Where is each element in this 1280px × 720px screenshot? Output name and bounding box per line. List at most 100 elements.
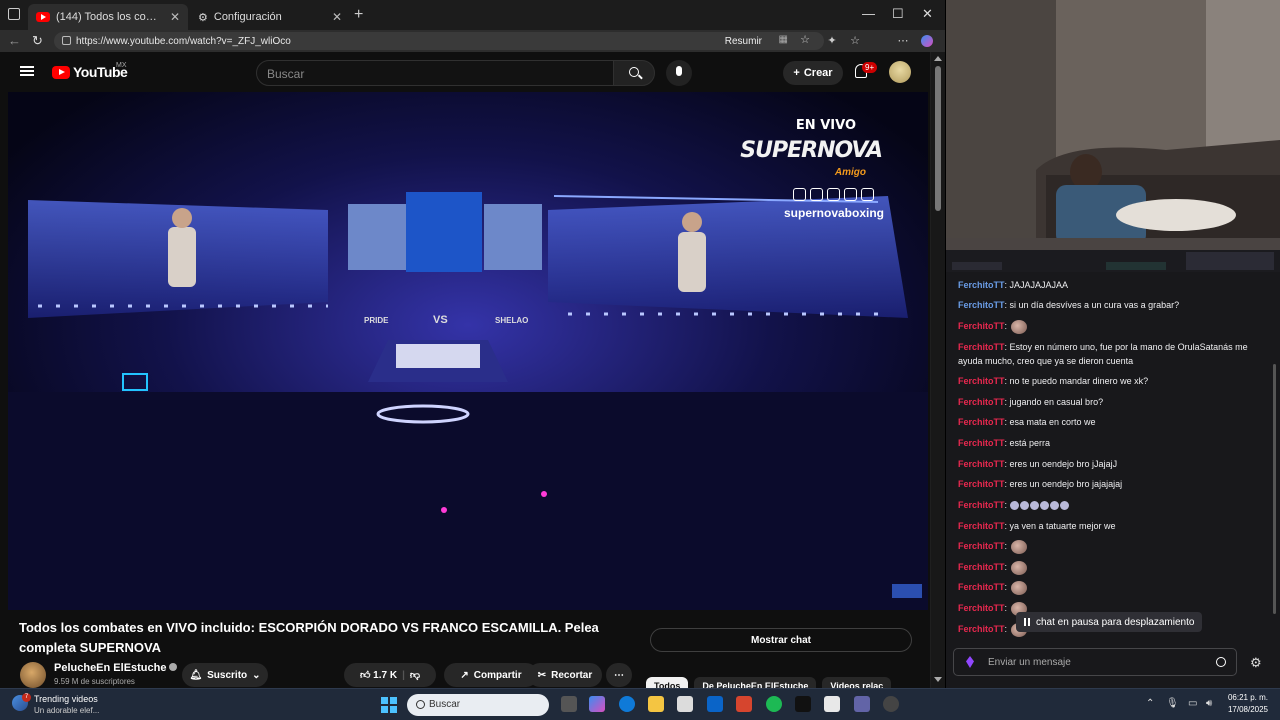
- taskbar-clock[interactable]: 06:21 p. m. 17/08/2025: [1228, 692, 1268, 716]
- minimize-button[interactable]: —: [862, 6, 875, 21]
- reload-button[interactable]: ↻: [32, 33, 43, 49]
- chat-username[interactable]: FerchitoTT: [958, 342, 1005, 352]
- channel-name[interactable]: PelucheEn ElEstuche: [54, 662, 178, 674]
- chat-username[interactable]: FerchitoTT: [958, 280, 1005, 290]
- extension-icon[interactable]: ✦: [826, 35, 838, 47]
- chat-username[interactable]: FerchitoTT: [958, 500, 1005, 510]
- chat-text: : JAJAJAJAJAA: [1004, 280, 1069, 290]
- chat-message: FerchitoTT: esa mata en corto we: [958, 415, 1258, 429]
- chat-settings-gear-icon[interactable]: ⚙: [1250, 655, 1262, 671]
- like-button[interactable]: 👍︎ 1.7 K: [360, 669, 397, 681]
- overlay-brand: SUPERNOVA: [740, 138, 883, 163]
- edge-app-icon[interactable]: [619, 696, 635, 712]
- search-input[interactable]: Buscar: [256, 60, 614, 86]
- scissors-icon: ✂: [537, 669, 547, 681]
- close-window-button[interactable]: ✕: [922, 6, 933, 22]
- copilot-app-icon[interactable]: [589, 696, 605, 712]
- share-icon: ↗: [460, 669, 469, 681]
- favorites-icon[interactable]: ☆: [849, 35, 861, 47]
- summarize-button[interactable]: Resumir: [725, 36, 762, 47]
- bits-icon[interactable]: [966, 656, 974, 668]
- chat-username[interactable]: FerchitoTT: [958, 459, 1005, 469]
- chat-username[interactable]: FerchitoTT: [958, 479, 1005, 489]
- file-explorer-icon[interactable]: [648, 696, 664, 712]
- tray-overflow-icon[interactable]: ⌃: [1146, 698, 1154, 709]
- close-tab-icon[interactable]: ✕: [332, 10, 342, 24]
- chat-message-input[interactable]: Enviar un mensaje: [953, 648, 1237, 676]
- share-label: Compartir: [473, 669, 522, 681]
- twitch-chat[interactable]: FerchitoTT: JAJAJAJAJAA FerchitoTT: si un…: [946, 272, 1280, 644]
- chat-username[interactable]: FerchitoTT: [958, 397, 1005, 407]
- chat-username[interactable]: FerchitoTT: [958, 417, 1005, 427]
- menu-icon[interactable]: [20, 66, 34, 76]
- create-button[interactable]: + Crear: [783, 61, 843, 85]
- clip-button[interactable]: ✂ Recortar: [528, 663, 602, 687]
- like-count: 1.7 K: [373, 670, 398, 681]
- chat-username[interactable]: FerchitoTT: [958, 300, 1005, 310]
- taskbar-search-placeholder: Buscar: [429, 699, 461, 710]
- video-player[interactable]: EN VIVO SUPERNOVA Amigo supernovaboxing …: [8, 92, 928, 610]
- volume-icon[interactable]: 🔊︎: [1206, 698, 1212, 709]
- address-bar[interactable]: https://www.youtube.com/watch?v=_ZFJ_wli…: [54, 32, 824, 50]
- site-info-icon[interactable]: [62, 36, 71, 45]
- chat-text: : ya ven a tatuarte mejor we: [1004, 521, 1116, 531]
- emote-picker-icon[interactable]: [1216, 657, 1226, 667]
- tab-settings[interactable]: ⚙ Configuración ✕: [190, 4, 350, 30]
- scroll-up-icon[interactable]: [934, 56, 942, 61]
- microphone-icon[interactable]: 🎙︎: [1166, 698, 1179, 709]
- spotify-app-icon[interactable]: [766, 696, 782, 712]
- chat-paused-banner[interactable]: chat en pausa para desplazamiento: [1016, 612, 1203, 632]
- copilot-icon[interactable]: [921, 35, 933, 47]
- chat-username[interactable]: FerchitoTT: [958, 603, 1005, 613]
- chat-small-emote-icon: [1060, 501, 1070, 511]
- voice-search-button[interactable]: [666, 60, 692, 86]
- dislike-icon[interactable]: 👎︎: [410, 669, 420, 681]
- share-button[interactable]: ↗ Compartir: [444, 663, 538, 687]
- obs-app-icon[interactable]: [883, 696, 899, 712]
- chat-username[interactable]: FerchitoTT: [958, 521, 1005, 531]
- chat-username[interactable]: FerchitoTT: [958, 438, 1005, 448]
- maximize-button[interactable]: ☐: [892, 6, 904, 22]
- chat-username[interactable]: FerchitoTT: [958, 562, 1005, 572]
- chat-text: : está perra: [1004, 438, 1051, 448]
- more-menu-icon[interactable]: ⋯: [897, 35, 909, 47]
- taskbar-search[interactable]: Buscar: [407, 694, 549, 716]
- chat-scrollbar[interactable]: [1273, 364, 1276, 614]
- youtube-logo-icon[interactable]: [52, 66, 70, 79]
- chat-username[interactable]: FerchitoTT: [958, 582, 1005, 592]
- app-icon[interactable]: [824, 696, 840, 712]
- account-avatar[interactable]: [889, 61, 911, 83]
- scrollbar-thumb[interactable]: [935, 66, 941, 211]
- chat-username[interactable]: FerchitoTT: [958, 376, 1005, 386]
- teams-app-icon[interactable]: [854, 696, 870, 712]
- tab-youtube[interactable]: (144) Todos los combates en VIVO ✕: [28, 4, 188, 30]
- chat-username[interactable]: FerchitoTT: [958, 624, 1005, 634]
- subscribed-button[interactable]: 🔔︎ Suscrito ⌄: [182, 663, 268, 687]
- window-menu-icon[interactable]: [8, 8, 20, 20]
- back-button[interactable]: ←: [8, 33, 21, 48]
- network-icon[interactable]: ▭: [1188, 698, 1197, 709]
- chat-username[interactable]: FerchitoTT: [958, 321, 1005, 331]
- show-chat-button[interactable]: Mostrar chat: [650, 628, 912, 652]
- channel-avatar[interactable]: [20, 662, 46, 688]
- task-view-icon[interactable]: [561, 696, 577, 712]
- chat-small-emote-icon: [1010, 501, 1020, 511]
- more-actions-button[interactable]: ⋯: [606, 663, 632, 687]
- tiktok-app-icon[interactable]: [795, 696, 811, 712]
- favorite-star-icon[interactable]: ☆: [800, 33, 810, 46]
- start-button[interactable]: [381, 697, 397, 713]
- new-tab-button[interactable]: +: [354, 6, 363, 24]
- outlook-app-icon[interactable]: [707, 696, 723, 712]
- chat-username[interactable]: FerchitoTT: [958, 541, 1005, 551]
- scroll-down-icon[interactable]: [934, 677, 942, 682]
- divider: |: [402, 669, 405, 681]
- m365-app-icon[interactable]: [736, 696, 752, 712]
- subscriber-count: 9.59 M de suscriptores: [54, 677, 135, 686]
- chat-emote-icon: [1011, 539, 1028, 554]
- store-app-icon[interactable]: [677, 696, 693, 712]
- reader-icon[interactable]: ▦: [779, 34, 788, 45]
- search-button[interactable]: [613, 60, 655, 86]
- close-tab-icon[interactable]: ✕: [170, 10, 180, 24]
- windows-taskbar: 7 Trending videos Un adorable elef... Bu…: [0, 688, 1280, 720]
- page-scrollbar[interactable]: [931, 52, 945, 688]
